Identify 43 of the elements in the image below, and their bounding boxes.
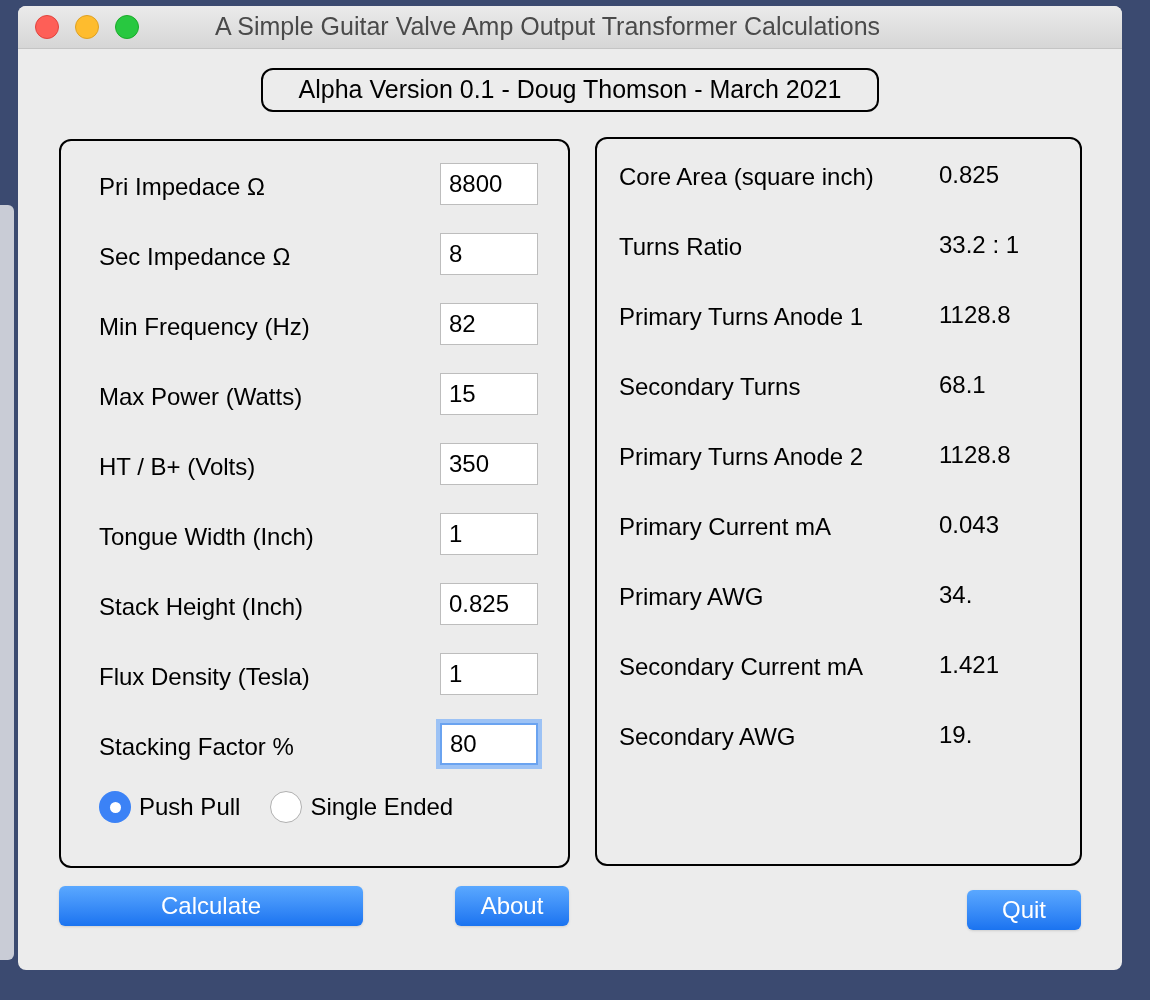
result-label: Primary Turns Anode 2 <box>619 442 865 472</box>
field-label: Stacking Factor % <box>99 732 294 762</box>
result-value: 1128.8 <box>939 300 1011 330</box>
field-label: Max Power (Watts) <box>99 382 303 412</box>
field-label: Min Frequency (Hz) <box>99 312 310 342</box>
input-field[interactable]: 82 <box>440 303 538 345</box>
input-field[interactable]: 80 <box>440 723 538 765</box>
close-button[interactable] <box>35 15 59 39</box>
field-label: HT / B+ (Volts) <box>99 452 256 482</box>
result-label: Secondary Turns <box>619 372 802 402</box>
field-label: Pri Impedace Ω <box>99 172 265 202</box>
result-label: Core Area (square inch) <box>619 162 875 192</box>
result-label: Secondary AWG <box>619 722 797 752</box>
field-label: Tongue Width (Inch) <box>99 522 314 552</box>
minimize-button[interactable] <box>75 15 99 39</box>
result-value: 19. <box>939 720 973 750</box>
result-value: 33.2 : 1 <box>939 230 1020 260</box>
result-value: 0.043 <box>939 510 1000 540</box>
result-label: Primary Turns Anode 1 <box>619 302 865 332</box>
result-value: 68.1 <box>939 370 986 400</box>
input-field[interactable]: 350 <box>440 443 538 485</box>
version-banner: Alpha Version 0.1 - Doug Thomson - March 2021 <box>260 68 880 112</box>
result-label: Turns Ratio <box>619 232 744 262</box>
result-value: 1.421 <box>939 650 1000 680</box>
result-value: 0.825 <box>939 160 1000 190</box>
result-value: 1128.8 <box>939 440 1011 470</box>
result-value: 34. <box>939 580 973 610</box>
field-label: Flux Density (Tesla) <box>99 662 310 692</box>
radio-option[interactable]: Push Pull <box>99 789 241 825</box>
input-field[interactable]: 0.825 <box>440 583 538 625</box>
window-title: A Simple Guitar Valve Amp Output Transformer Calculations <box>215 11 881 43</box>
field-label: Stack Height (Inch) <box>99 592 304 622</box>
result-label: Primary AWG <box>619 582 765 612</box>
input-field[interactable]: 8800 <box>440 163 538 205</box>
input-field[interactable]: 1 <box>440 653 538 695</box>
input-field[interactable]: 8 <box>440 233 538 275</box>
result-label: Primary Current mA <box>619 512 833 542</box>
radio-option[interactable]: Single Ended <box>270 789 454 825</box>
zoom-button[interactable] <box>115 15 139 39</box>
input-field[interactable]: 15 <box>440 373 538 415</box>
input-field[interactable]: 1 <box>440 513 538 555</box>
field-label: Sec Impedance Ω <box>99 242 291 272</box>
result-label: Secondary Current mA <box>619 652 865 682</box>
